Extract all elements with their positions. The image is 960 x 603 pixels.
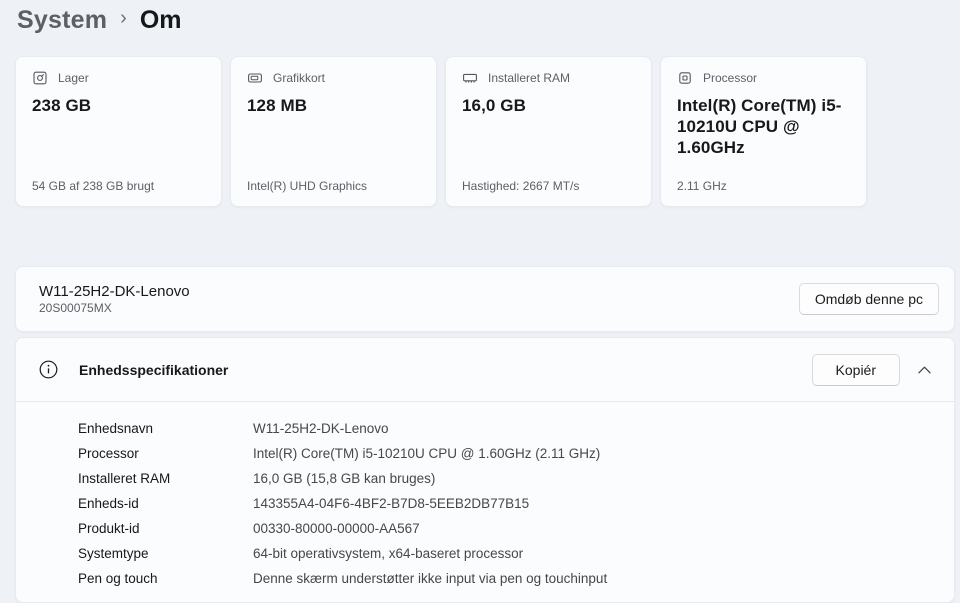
spec-label: Installeret RAM [78,471,171,486]
spec-value: 16,0 GB (15,8 GB kan bruges) [253,471,436,486]
spec-value: 00330-80000-00000-AA567 [253,521,420,536]
card-header: Grafikkort [247,70,420,86]
card-detail: Intel(R) UHD Graphics [247,179,368,193]
card-value: Intel(R) Core(TM) i5-10210U CPU @ 1.60GH… [677,96,842,157]
breadcrumb-parent[interactable]: System [17,6,107,35]
info-icon [39,360,58,379]
spec-value: 64-bit operativsystem, x64-baseret proce… [253,546,524,561]
rename-pc-button[interactable]: Omdøb denne pc [798,283,939,315]
card-detail: 54 GB af 238 GB brugt [32,179,155,193]
breadcrumb: System › Om [17,0,182,40]
card-detail: Hastighed: 2667 MT/s [462,179,580,193]
card-value: 128 MB [247,96,308,115]
section-title: Enhedsspecifikationer [79,361,229,378]
summary-card: Installeret RAM 16,0 GB Hastighed: 2667 … [445,56,652,207]
spec-row: Processor Intel(R) Core(TM) i5-10210U CP… [16,441,954,466]
summary-card: Lager 238 GB 54 GB af 238 GB brugt [15,56,222,207]
breadcrumb-chevron-icon: › [120,7,127,29]
card-value: 16,0 GB [462,96,527,115]
spec-row: Systemtype 64-bit operativsystem, x64-ba… [16,541,954,566]
card-header: Installeret RAM [462,70,635,86]
device-info: W11-25H2-DK-Lenovo 20S00075MX [39,283,190,315]
spec-value: Denne skærm understøtter ikke input via … [253,571,608,586]
card-value: 238 GB [32,96,92,115]
spec-label: Pen og touch [78,571,158,586]
spec-label: Enhedsnavn [78,421,154,436]
spec-value: 143355A4-04F6-4BF2-B7D8-5EEB2DB77B15 [253,496,530,511]
card-label: Installeret RAM [488,71,571,85]
summary-card: Processor Intel(R) Core(TM) i5-10210U CP… [660,56,867,207]
gpu-icon [247,70,263,86]
card-header: Processor [677,70,850,86]
spec-label: Processor [78,446,139,461]
card-header: Lager [32,70,205,86]
ram-icon [462,70,478,86]
spec-row: Installeret RAM 16,0 GB (15,8 GB kan bru… [16,466,954,491]
spec-row: Pen og touch Denne skærm understøtter ik… [16,566,954,591]
collapse-button[interactable] [908,354,940,386]
spec-label: Systemtype [78,546,149,561]
spec-label: Produkt-id [78,521,140,536]
summary-cards: Lager 238 GB 54 GB af 238 GB brugt Grafi… [15,56,867,207]
card-detail: 2.11 GHz [677,179,727,193]
spec-row: Enhedsnavn W11-25H2-DK-Lenovo [16,416,954,441]
copy-button[interactable]: Kopiér [811,353,900,386]
device-specifications-list: Enhedsnavn W11-25H2-DK-Lenovo Processor … [16,402,954,591]
spec-row: Enheds-id 143355A4-04F6-4BF2-B7D8-5EEB2D… [16,491,954,516]
device-name: W11-25H2-DK-Lenovo [39,283,190,300]
device-model: 20S00075MX [39,301,112,315]
spec-value: W11-25H2-DK-Lenovo [253,421,389,436]
page-title: Om [139,5,182,34]
device-specifications-card: Enhedsspecifikationer Kopiér Enhedsnavn … [15,337,955,603]
spec-value: Intel(R) Core(TM) i5-10210U CPU @ 1.60GH… [253,446,601,461]
device-name-card: W11-25H2-DK-Lenovo 20S00075MX Omdøb denn… [15,266,955,332]
device-specifications-header[interactable]: Enhedsspecifikationer Kopiér [16,338,954,402]
spec-row: Produkt-id 00330-80000-00000-AA567 [16,516,954,541]
card-label: Processor [703,71,758,85]
summary-card: Grafikkort 128 MB Intel(R) UHD Graphics [230,56,437,207]
spec-label: Enheds-id [78,496,139,511]
card-label: Lager [58,71,89,85]
chevron-up-icon [917,366,931,374]
cpu-icon [677,70,693,86]
card-label: Grafikkort [273,71,326,85]
storage-icon [32,70,48,86]
